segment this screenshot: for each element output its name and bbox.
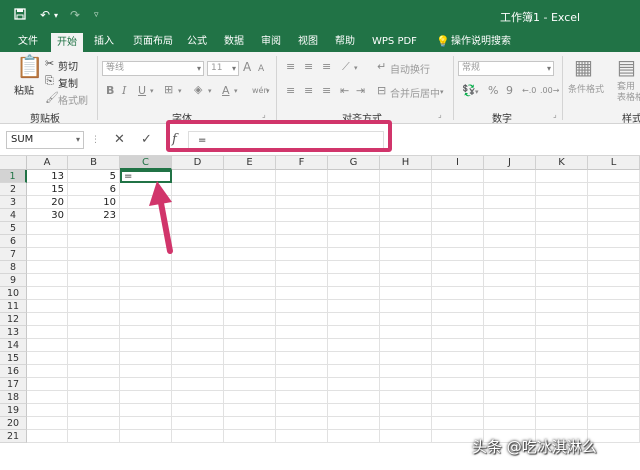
annotation-arrow-icon [149, 181, 173, 254]
watermark: 头条 @吃冰淇淋么 [472, 438, 597, 456]
